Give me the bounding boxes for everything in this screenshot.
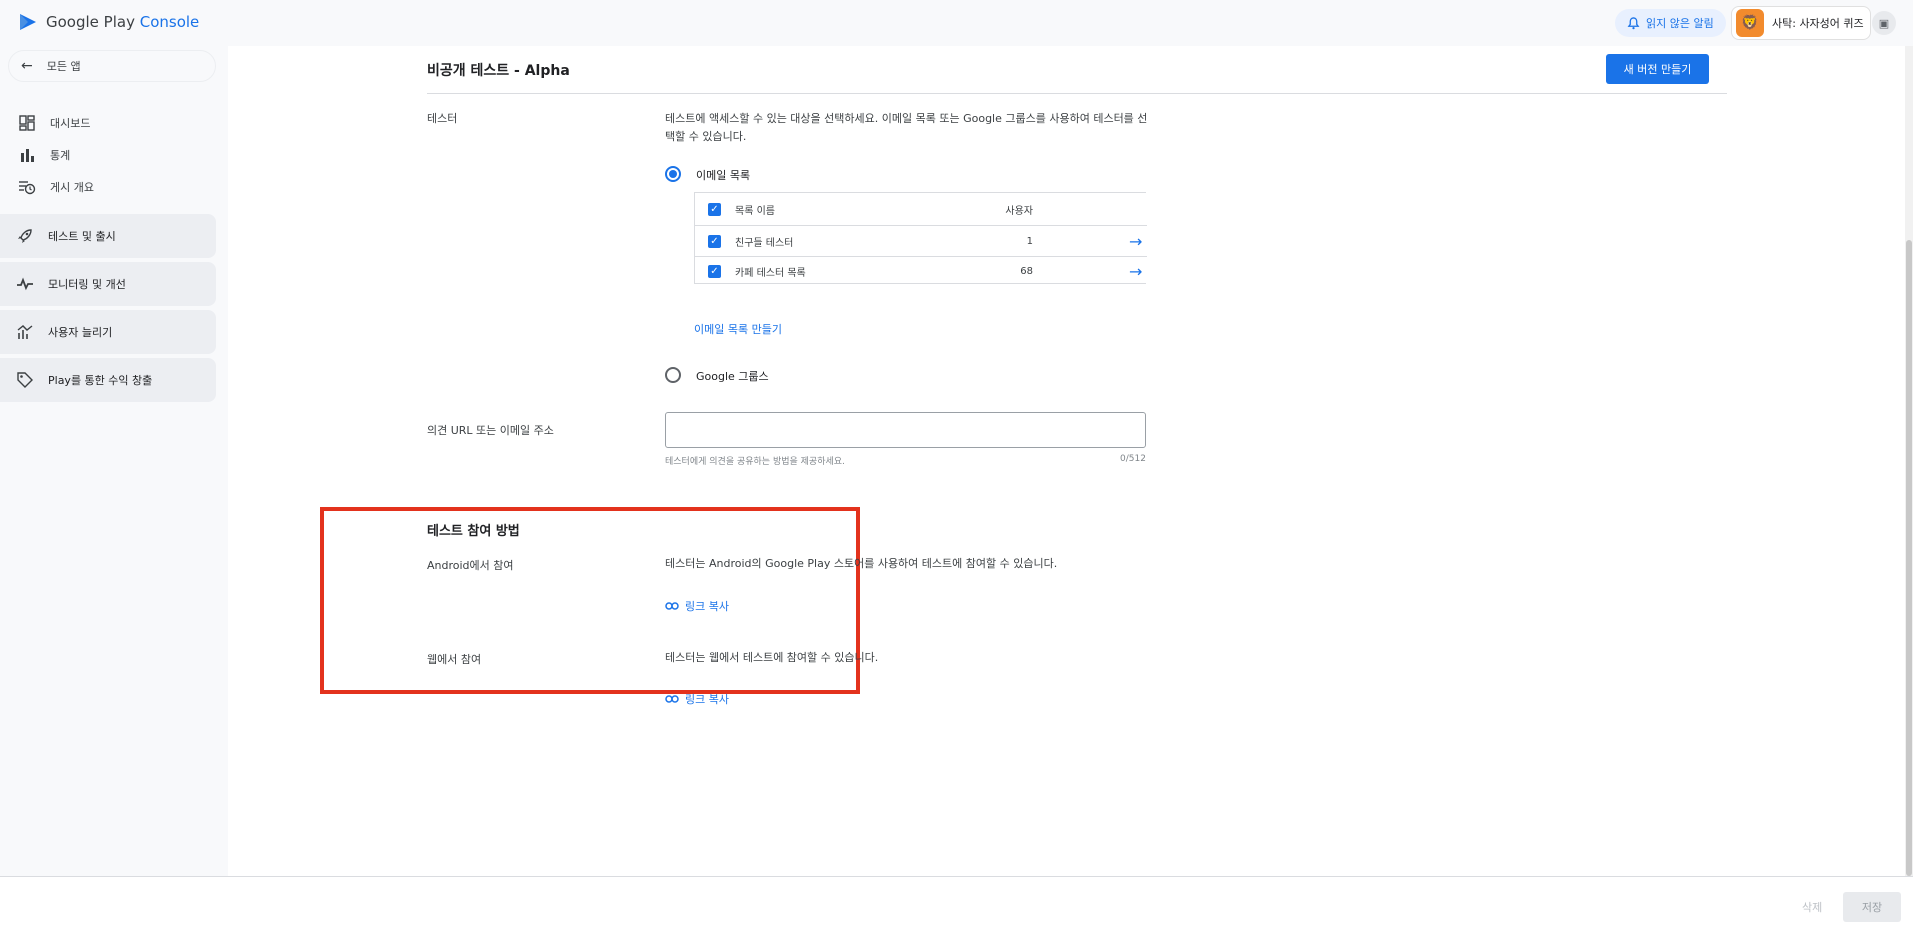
top-bar: Google Play Console 읽지 않은 알림 🦁 사탁: 사자성어 … — [0, 0, 1913, 46]
page-title: 비공개 테스트 - Alpha — [427, 63, 570, 79]
feedback-char-counter: 0/512 — [1120, 454, 1146, 464]
bell-icon — [1627, 16, 1640, 29]
unread-notifications-label: 읽지 않은 알림 — [1646, 17, 1714, 30]
web-join-label: 웹에서 참여 — [427, 653, 482, 666]
account-name: 사탁: 사자성어 퀴즈 — [1772, 17, 1864, 30]
link-icon — [665, 602, 679, 610]
dashboard-icon — [18, 114, 36, 132]
sidebar-item-label: 게시 개요 — [50, 181, 94, 194]
app-avatar: 🦁 — [1736, 9, 1764, 37]
back-label: 모든 앱 — [46, 60, 81, 73]
row-checkbox[interactable]: ✓ — [708, 264, 721, 278]
col-list-name: 목록 이름 — [735, 205, 775, 217]
sidebar-group-grow-users[interactable]: 사용자 늘리기 — [0, 310, 216, 354]
table-row[interactable]: ✓ 친구들 테스터 1 → — [695, 225, 1147, 256]
sidebar-item-label: 통계 — [50, 149, 71, 162]
sidebar-item-label: 대시보드 — [50, 117, 91, 130]
web-copy-link-button[interactable]: 링크 복사 — [665, 691, 729, 707]
copy-link-label: 링크 복사 — [685, 600, 729, 613]
tag-icon — [16, 371, 34, 389]
back-to-all-apps[interactable]: ← 모든 앱 — [8, 50, 216, 82]
sidebar-item-dashboard[interactable]: 대시보드 — [0, 108, 216, 138]
save-button[interactable]: 저장 — [1843, 892, 1901, 922]
select-all-checkbox[interactable]: ✓ — [708, 202, 721, 216]
join-section-title: 테스트 참여 방법 — [427, 524, 520, 539]
sidebar-group-monetize[interactable]: Play를 통한 수익 창출 — [0, 358, 216, 402]
email-lists-table: ✓ 목록 이름 사용자 ✓ 친구들 테스터 1 → ✓ 카페 테스터 목록 68… — [694, 192, 1147, 285]
google-groups-radio[interactable] — [665, 367, 681, 383]
sidebar-group-test-and-release[interactable]: 테스트 및 출시 — [0, 214, 216, 258]
bar-chart-icon — [18, 146, 36, 164]
list-users: 1 — [1026, 235, 1033, 247]
android-join-description: 테스터는 Android의 Google Play 스토어를 사용하여 테스트에… — [665, 557, 1058, 570]
page-header — [427, 46, 1727, 94]
publish-overview-icon — [18, 178, 36, 196]
android-copy-link-button[interactable]: 링크 복사 — [665, 598, 729, 614]
testers-label: 테스터 — [427, 112, 458, 125]
col-users: 사용자 — [1005, 205, 1033, 217]
feedback-label: 의견 URL 또는 이메일 주소 — [427, 424, 554, 437]
sidebar-group-monitor-and-improve[interactable]: 모니터링 및 개선 — [0, 262, 216, 306]
logo-text-console: Console — [139, 13, 200, 31]
logo-text-google-play: Google Play — [46, 13, 135, 31]
rocket-icon — [16, 227, 34, 245]
sidebar-group-label: 모니터링 및 개선 — [48, 278, 126, 291]
back-arrow-icon: ← — [21, 58, 33, 74]
delete-button[interactable]: 삭제 — [1802, 899, 1822, 915]
sidebar-item-publishing-overview[interactable]: 게시 개요 — [0, 172, 216, 202]
create-release-button[interactable]: 새 버전 만들기 — [1606, 54, 1709, 84]
email-list-radio[interactable] — [665, 166, 681, 182]
sidebar-group-label: 테스트 및 출시 — [48, 230, 116, 243]
android-join-label: Android에서 참여 — [427, 559, 514, 572]
vitals-icon — [16, 275, 34, 293]
account-switcher[interactable]: 🦁 사탁: 사자성어 퀴즈 — [1731, 6, 1871, 40]
testers-description: 테스트에 액세스할 수 있는 대상을 선택하세요. 이메일 목록 또는 Goog… — [665, 112, 1148, 143]
web-join-description: 테스터는 웹에서 테스트에 참여할 수 있습니다. — [665, 651, 879, 664]
unread-notifications-button[interactable]: 읽지 않은 알림 — [1615, 9, 1726, 37]
arrow-right-icon[interactable]: → — [1129, 232, 1142, 251]
feedback-url-input[interactable] — [665, 412, 1146, 448]
copy-link-label: 링크 복사 — [685, 693, 729, 706]
table-header-row: ✓ 목록 이름 사용자 — [695, 193, 1147, 225]
create-email-list-link[interactable]: 이메일 목록 만들기 — [694, 321, 782, 337]
footer-bar: 삭제 저장 — [0, 876, 1913, 930]
list-users: 68 — [1020, 265, 1033, 277]
feedback-helper-text: 테스터에게 의견을 공유하는 방법을 제공하세요. — [665, 457, 845, 467]
sidebar-item-statistics[interactable]: 통계 — [0, 140, 216, 170]
sidebar: ← 모든 앱 대시보드 통계 게시 개요 테스트 및 출시 모니터링 및 개선 — [0, 46, 228, 876]
arrow-right-icon[interactable]: → — [1129, 262, 1142, 281]
sidebar-group-label: 사용자 늘리기 — [48, 326, 113, 339]
table-row[interactable]: ✓ 카페 테스터 목록 68 → — [695, 256, 1147, 285]
row-checkbox[interactable]: ✓ — [708, 234, 721, 248]
email-list-radio-label: 이메일 목록 — [696, 169, 751, 182]
sidebar-group-label: Play를 통한 수익 창출 — [48, 374, 153, 387]
play-logo-icon — [20, 14, 36, 30]
link-icon — [665, 695, 679, 703]
account-icon[interactable]: ▣ — [1872, 11, 1896, 35]
growth-icon — [16, 323, 34, 341]
list-name: 카페 테스터 목록 — [735, 267, 806, 279]
scrollbar-thumb[interactable] — [1906, 240, 1912, 876]
google-play-console-logo[interactable]: Google Play Console — [18, 12, 199, 32]
main-content: 비공개 테스트 - Alpha 새 버전 만들기 테스터 테스트에 액세스할 수… — [228, 46, 1905, 876]
google-groups-radio-label: Google 그룹스 — [696, 370, 769, 383]
list-name: 친구들 테스터 — [735, 237, 794, 249]
